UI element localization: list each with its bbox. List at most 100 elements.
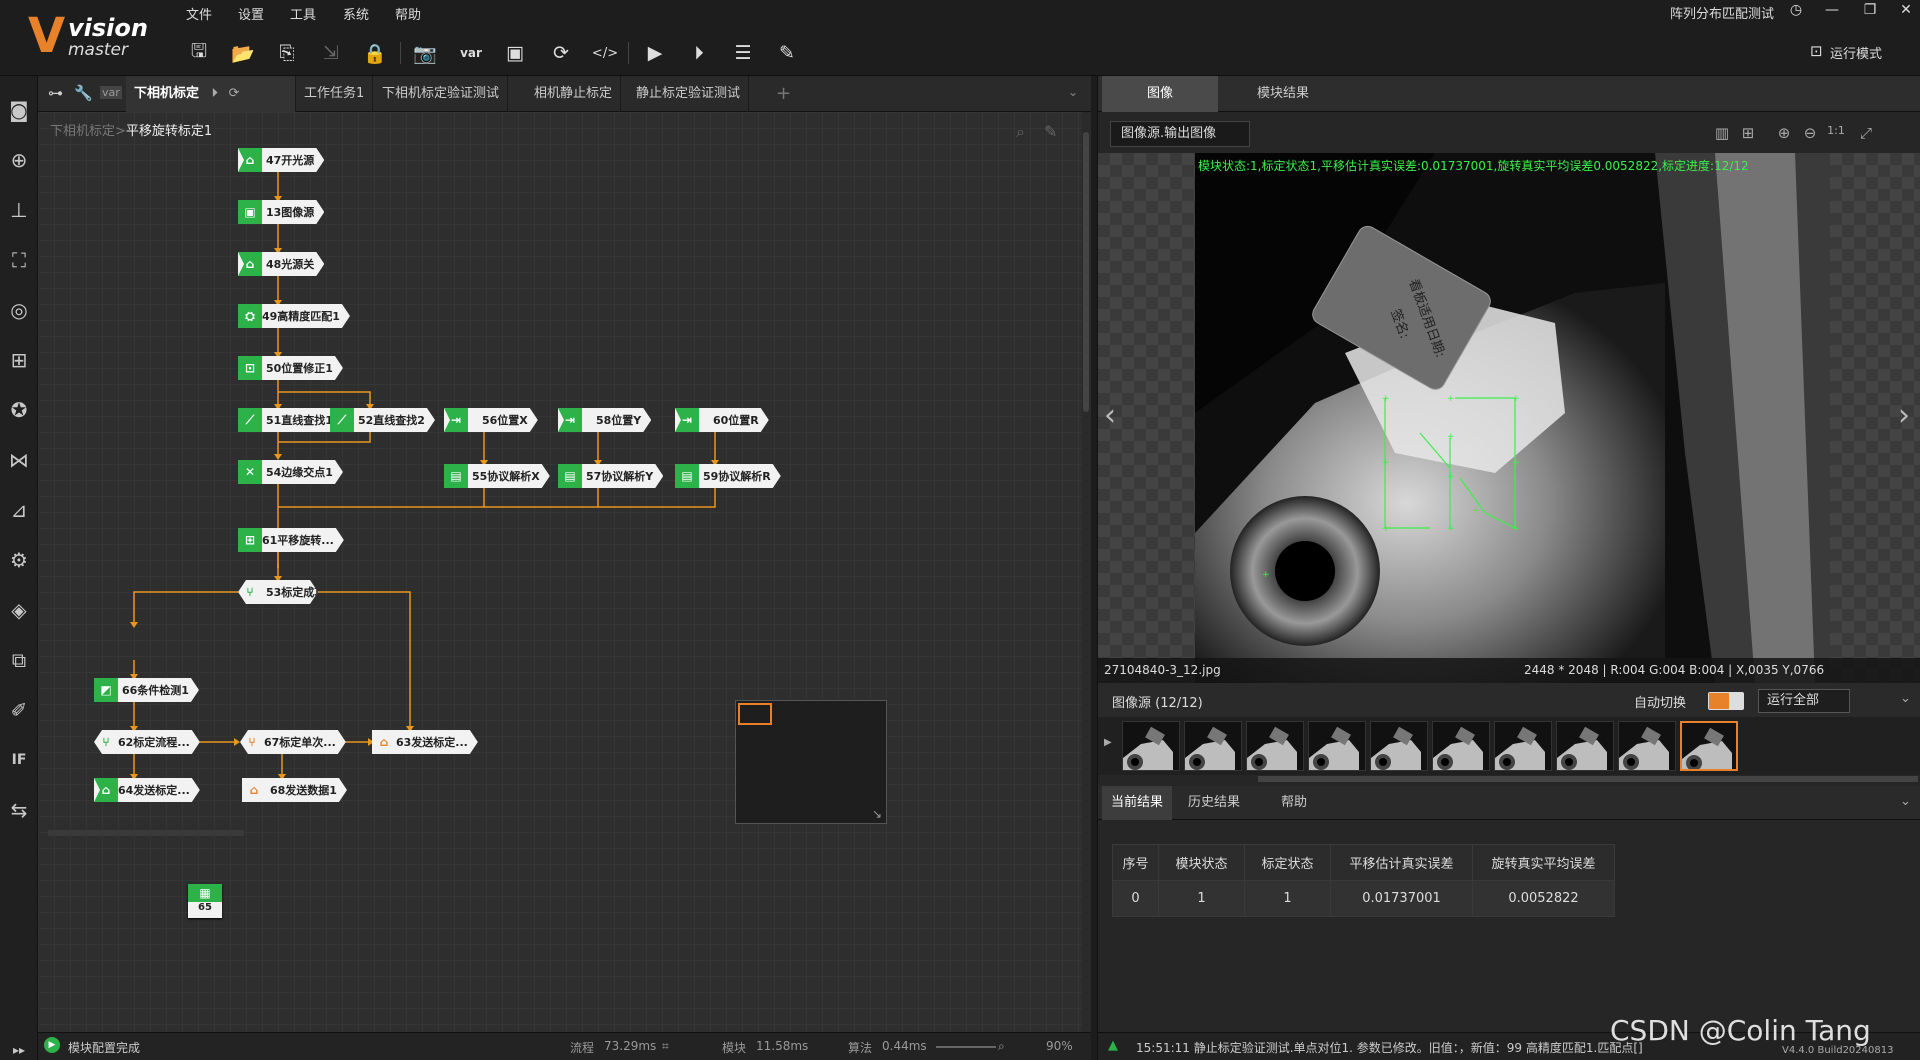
node-position-y[interactable]: ⇥ 58位置Y: [558, 408, 651, 432]
image-thumbnail[interactable]: [1618, 721, 1676, 771]
locate-tool-icon[interactable]: ⊕: [5, 146, 33, 174]
list-icon[interactable]: ☰: [730, 40, 756, 66]
scrollbar-thumb[interactable]: [1083, 132, 1089, 412]
color-tool-icon[interactable]: ◈: [5, 596, 33, 624]
image-thumbnail[interactable]: [1308, 721, 1366, 771]
node-translate-rotate-calibration[interactable]: ⊞ 61平移旋转...: [238, 528, 344, 552]
node-line-find-2[interactable]: ⟋ 52直线查找2: [330, 408, 435, 432]
tab-bottom-camera-calibration[interactable]: 下相机标定 ⏵ ⟳: [126, 76, 296, 112]
clock-icon[interactable]: ◷: [1784, 2, 1808, 18]
if-logic-icon[interactable]: IF: [5, 746, 33, 774]
measure-tool-icon[interactable]: ⊥: [5, 196, 33, 224]
tab-help[interactable]: 帮助: [1254, 786, 1334, 820]
flow-canvas[interactable]: 下相机标定>平移旋转标定1 ⌕ ✎ ⌂ 47开光源 ▣ 13图像源 ⌂ 48光源…: [38, 112, 1091, 1032]
next-image-icon[interactable]: ›: [1898, 398, 1910, 433]
node-parse-y[interactable]: ▤ 57协议解析Y: [558, 464, 663, 488]
tab-current-results[interactable]: 当前结果: [1102, 786, 1172, 820]
menu-tools[interactable]: 工具: [290, 4, 316, 23]
chevron-down-icon[interactable]: ⌄: [1900, 691, 1911, 706]
loop-icon[interactable]: ⟳: [548, 40, 574, 66]
menu-help[interactable]: 帮助: [395, 4, 421, 23]
node-calibration-flow[interactable]: ⑂ 62标定流程...: [94, 730, 200, 754]
node-send-calibration-64[interactable]: ⌂ 64发送标定...: [94, 778, 200, 802]
node-condition-check[interactable]: ◩ 66条件检测1: [94, 678, 199, 702]
image-thumbnail[interactable]: [1246, 721, 1304, 771]
fit-window-icon[interactable]: ⤢: [1856, 124, 1876, 144]
run-mode-button[interactable]: 运行模式: [1830, 43, 1882, 62]
resize-icon[interactable]: ↘: [872, 807, 882, 821]
wrench-icon[interactable]: 🔧: [74, 84, 93, 102]
horizontal-scrollbar[interactable]: [48, 830, 244, 836]
camera-icon[interactable]: 📷: [412, 40, 438, 66]
node-light-on[interactable]: ⌂ 47开光源: [238, 148, 324, 172]
tab-work-task[interactable]: 工作任务1: [296, 76, 374, 112]
node-send-data[interactable]: ⌂ 68发送数据1: [242, 778, 347, 802]
grid-view-icon[interactable]: ⊞: [1738, 124, 1758, 144]
node-position-x[interactable]: ⇥ 56位置X: [444, 408, 538, 432]
run-all-select[interactable]: 运行全部: [1758, 689, 1850, 713]
process-tree-icon[interactable]: ⊶: [48, 84, 63, 102]
camera-tool-icon[interactable]: ◙: [5, 96, 33, 124]
run-once-process-icon[interactable]: ⟳: [229, 86, 240, 101]
vertical-scrollbar[interactable]: [1082, 112, 1091, 1032]
var-icon[interactable]: var: [100, 86, 122, 99]
code-icon[interactable]: </>: [592, 40, 618, 66]
add-tab-button[interactable]: +: [768, 76, 799, 112]
node-calibration-single[interactable]: ⑂ 67标定单次...: [240, 730, 346, 754]
tab-image[interactable]: 图像: [1102, 76, 1218, 112]
image-thumbnail[interactable]: [1122, 721, 1180, 771]
node-parse-x[interactable]: ▤ 55协议解析X: [444, 464, 550, 488]
auto-switch-toggle[interactable]: [1708, 692, 1744, 710]
image-process-icon[interactable]: ⚙: [5, 546, 33, 574]
image-viewer[interactable]: 看板适用日期: 签名: + + + + + + + + + + + + 模块状态…: [1098, 153, 1920, 683]
variable-icon[interactable]: var: [458, 40, 484, 66]
logic-tool-icon[interactable]: ⊿: [5, 496, 33, 524]
thumb-scroll-left-icon[interactable]: ▶: [1104, 737, 1112, 748]
node-parse-r[interactable]: ▤ 59协议解析R: [675, 464, 781, 488]
image-thumbnail[interactable]: [1680, 721, 1738, 771]
image-source-select[interactable]: 图像源.输出图像: [1110, 121, 1250, 147]
expand-sidebar-icon[interactable]: ▸▸: [5, 1036, 33, 1060]
zoom-in-icon[interactable]: ⊕: [1774, 124, 1794, 144]
node-calibration-success[interactable]: ⑂ 53标定成功: [238, 580, 318, 604]
report-icon[interactable]: ✎: [774, 40, 800, 66]
image-thumbnail[interactable]: [1370, 721, 1428, 771]
zoom-slider[interactable]: [936, 1046, 996, 1048]
tab-static-calibration[interactable]: 相机静止标定: [526, 76, 622, 112]
image-thumbnail[interactable]: [1184, 721, 1242, 771]
chevron-down-icon[interactable]: ⌄: [1900, 794, 1911, 809]
run-mode-icon[interactable]: ⊡: [1810, 42, 1823, 60]
import-icon[interactable]: ⇲: [318, 40, 344, 66]
menu-settings[interactable]: 设置: [238, 4, 264, 23]
menu-file[interactable]: 文件: [186, 4, 212, 23]
alignment-tool-icon[interactable]: ✪: [5, 396, 33, 424]
run-process-icon[interactable]: ⏵: [212, 86, 219, 101]
chevron-down-icon[interactable]: ⌄: [1068, 85, 1078, 99]
time-detail-icon[interactable]: ⌗: [662, 1039, 669, 1054]
clipboard-icon[interactable]: ▣: [502, 40, 528, 66]
minimize-icon[interactable]: —: [1820, 2, 1844, 18]
roi-tool-icon[interactable]: ⛶: [5, 246, 33, 274]
node-position-r[interactable]: ⇥ 60位置R: [675, 408, 769, 432]
close-icon[interactable]: ✕: [1894, 2, 1918, 18]
table-row[interactable]: 0 1 1 0.01737001 0.0052822: [1112, 880, 1615, 917]
zoom-out-icon[interactable]: ⊖: [1800, 124, 1820, 144]
calibration-tool-icon[interactable]: ⊞: [5, 346, 33, 374]
run-icon[interactable]: ▶: [642, 40, 668, 66]
zoom-icon[interactable]: ⌕: [998, 1039, 1005, 1054]
actual-size-icon[interactable]: 1:1: [1826, 124, 1846, 144]
node-65[interactable]: ▦ 65: [188, 884, 222, 918]
node-line-find-1[interactable]: ⟋ 51直线查找1: [238, 408, 343, 432]
minimap-viewport[interactable]: [738, 703, 772, 725]
prev-image-icon[interactable]: ‹: [1104, 398, 1116, 433]
node-high-precision-match[interactable]: ⛭ 49高精度匹配1: [238, 304, 350, 328]
node-light-off[interactable]: ⌂ 48光源关: [238, 252, 324, 276]
image-thumbnail[interactable]: [1494, 721, 1552, 771]
tab-module-results[interactable]: 模块结果: [1218, 76, 1348, 112]
lock-icon[interactable]: 🔒: [362, 40, 388, 66]
minimap[interactable]: ↘: [735, 700, 887, 824]
node-position-correction[interactable]: ⊡ 50位置修正1: [238, 356, 343, 380]
restore-icon[interactable]: ❐: [1858, 2, 1882, 18]
image-thumbnail[interactable]: [1556, 721, 1614, 771]
defect-tool-icon[interactable]: ⧉: [5, 646, 33, 674]
